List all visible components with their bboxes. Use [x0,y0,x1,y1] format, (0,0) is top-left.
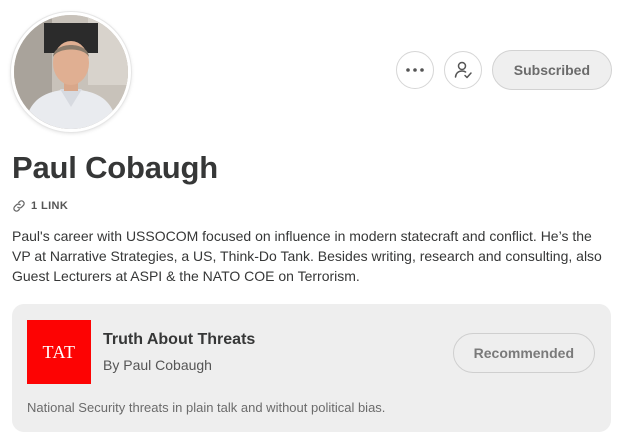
link-icon [13,200,25,212]
publication-logo-text: TAT [42,341,76,362]
profile-actions: Subscribed [395,50,612,90]
person-check-icon [454,61,472,79]
profile-bio: Paul's career with USSOCOM focused on in… [12,228,602,284]
ellipsis-icon [405,68,424,72]
profile-links[interactable]: 1 LINK [12,199,68,213]
profile-name: Paul Cobaugh [12,150,218,185]
subscribed-button[interactable]: Subscribed [491,50,612,90]
publication-author: By Paul Cobaugh [103,357,212,373]
recommended-label: Recommended [473,345,574,361]
profile-avatar [11,12,131,132]
publication-title[interactable]: Truth About Threats [103,331,255,349]
links-count-label: 1 LINK [31,200,69,212]
more-options-button[interactable] [395,51,434,89]
profile-photo [14,15,128,129]
publication-description: National Security threats in plain talk … [27,400,386,415]
subscribed-label: Subscribed [513,62,590,78]
publication-card[interactable]: TAT Truth About Threats By Paul Cobaugh … [12,304,611,432]
follow-button[interactable] [443,51,482,89]
publication-logo[interactable]: TAT [27,320,91,384]
recommended-button[interactable]: Recommended [452,333,595,373]
